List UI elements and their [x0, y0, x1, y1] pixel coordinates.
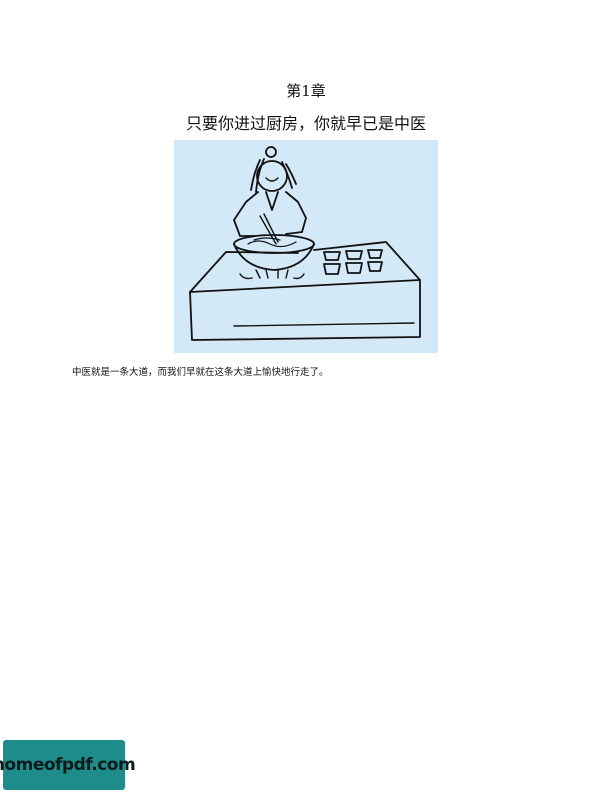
chapter-label: 第1章	[286, 82, 326, 100]
chapter-title: 只要你进过厨房，你就早已是中医	[185, 114, 426, 133]
watermark-logo[interactable]: homeofpdf.com	[0, 740, 136, 790]
illustration-background	[174, 140, 438, 353]
watermark-text: homeofpdf.com	[0, 755, 136, 775]
illustration-caption: 中医就是一条大道，而我们早就在这条大道上愉快地行走了。	[72, 367, 329, 378]
cooking-person-illustration	[174, 140, 438, 353]
